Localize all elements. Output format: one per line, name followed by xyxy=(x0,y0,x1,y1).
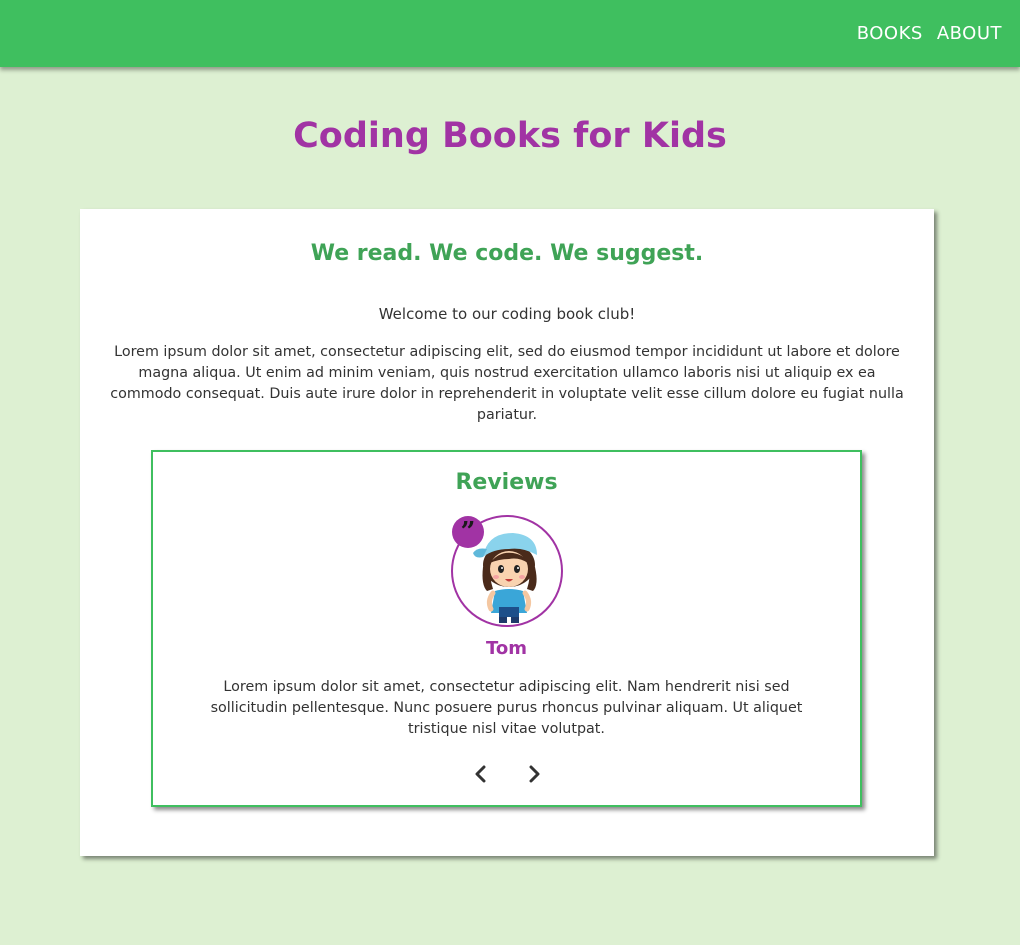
nav-books-link[interactable]: BOOKS xyxy=(857,23,923,44)
reviews-heading: Reviews xyxy=(455,470,558,495)
review-text: Lorem ipsum dolor sit amet, consectetur … xyxy=(210,679,803,737)
page-title: Coding Books for Kids xyxy=(293,116,727,156)
reviews-panel: Reviews ” Tom Lorem ipsum dolor sit amet… xyxy=(151,450,862,807)
reviewer-name: Tom xyxy=(485,638,527,659)
welcome-text: Welcome to our coding book club! xyxy=(378,305,636,323)
nav-about-link[interactable]: ABOUT xyxy=(937,23,1002,44)
main-card: We read. We code. We suggest. Welcome to… xyxy=(80,209,934,856)
intro-paragraph: Lorem ipsum dolor sit amet, consectetur … xyxy=(110,344,904,423)
top-navbar: BOOKS ABOUT xyxy=(0,0,1020,67)
tagline-heading: We read. We code. We suggest. xyxy=(310,241,704,266)
chevron-left-icon[interactable] xyxy=(468,762,492,786)
chevron-right-icon[interactable] xyxy=(523,762,547,786)
quote-icon: ” xyxy=(452,516,484,548)
